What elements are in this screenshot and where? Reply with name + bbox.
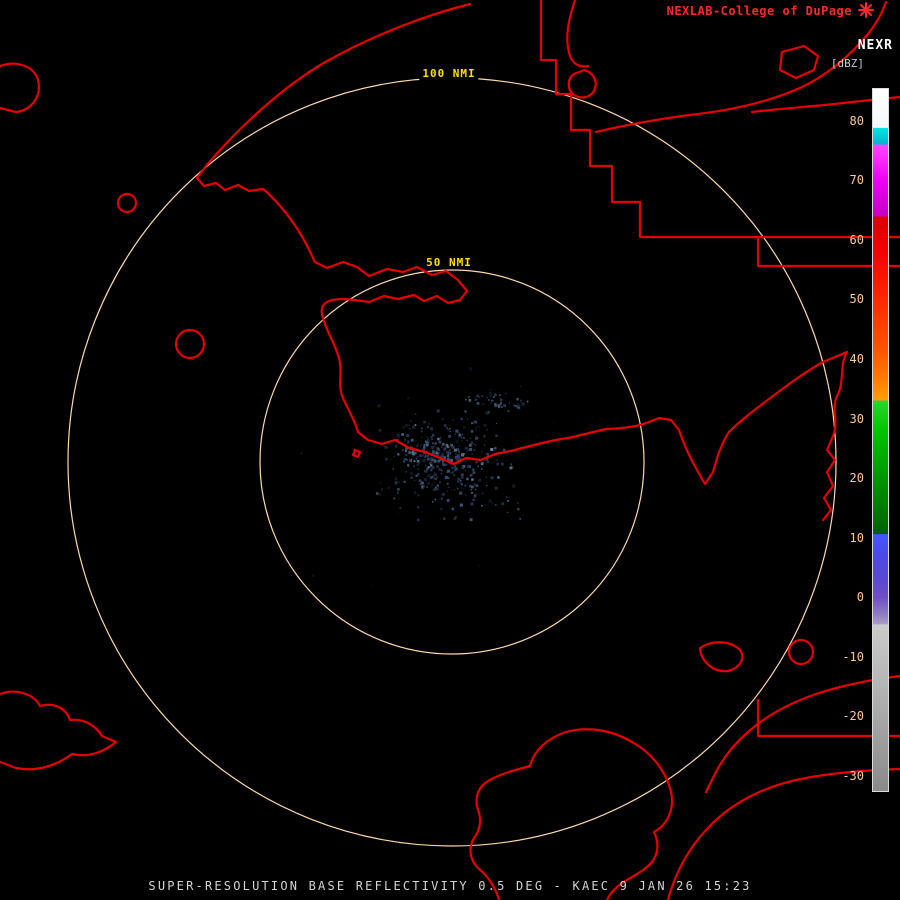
product-code-label: NEXR [858, 38, 893, 53]
range-ring-label-100nmi: 100 NMI [419, 67, 478, 80]
colorbar-tick-label: 20 [828, 470, 864, 486]
brand-title: NEXLAB-College of DuPage [667, 4, 852, 18]
island-outline [700, 642, 742, 671]
radar-viewer: 100 NMI 50 NMI NEXLAB-College of DuPage … [0, 0, 900, 900]
radar-echoes [301, 342, 555, 587]
colorbar-tick-label: 30 [828, 411, 864, 427]
island-outline [353, 450, 360, 457]
island-outline [118, 194, 136, 212]
coastline-path [471, 729, 673, 900]
colorbar-tick-label: 40 [828, 351, 864, 367]
island-outline [780, 46, 818, 78]
cod-logo-icon [858, 2, 874, 18]
coastline-path [706, 676, 900, 792]
island-outline [176, 330, 204, 358]
colorbar-tick-label: 10 [828, 530, 864, 546]
coastline-path [567, 0, 588, 67]
colorbar-units-label: [dBZ] [831, 57, 864, 70]
colorbar-gradient [872, 88, 889, 792]
coastline-path [197, 4, 847, 484]
colorbar-ticks: 80 70 60 50 40 30 20 10 0 -10 -20 -30 [828, 88, 868, 792]
colorbar-tick-label: 50 [828, 291, 864, 307]
coastline-path [0, 64, 39, 112]
coastline-path [569, 70, 596, 97]
radar-display [0, 0, 900, 900]
colorbar-tick-label: -10 [828, 649, 864, 665]
colorbar-tick-label: 60 [828, 232, 864, 248]
colorbar-tick-label: -20 [828, 708, 864, 724]
island-outline [789, 640, 813, 664]
colorbar-tick-label: 70 [828, 172, 864, 188]
range-ring-label-50nmi: 50 NMI [423, 256, 475, 269]
coastline-path [0, 692, 116, 770]
colorbar-tick-label: 0 [828, 589, 864, 605]
status-caption: SUPER-RESOLUTION BASE REFLECTIVITY 0.5 D… [0, 879, 900, 893]
colorbar-tick-label: -30 [828, 768, 864, 784]
colorbar-tick-label: 80 [828, 113, 864, 129]
